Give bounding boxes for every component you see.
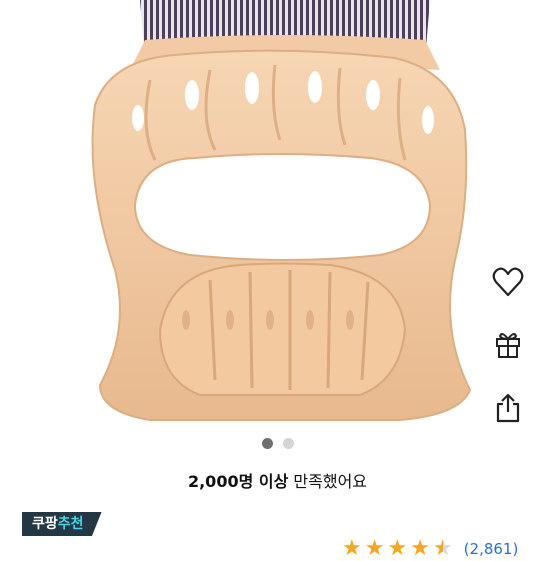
- share-icon: [496, 393, 520, 423]
- review-count[interactable]: (2,861): [464, 540, 519, 558]
- half-star-icon: ★: [432, 536, 453, 561]
- share-button[interactable]: [488, 388, 528, 428]
- satisfaction-text: 2,000명 이상 만족했어요: [0, 468, 555, 492]
- wishlist-button[interactable]: [488, 262, 528, 302]
- star-icon: ★: [387, 536, 408, 561]
- star-icon: ★: [410, 536, 430, 561]
- badge-recommend: 추천: [57, 516, 84, 532]
- star-icon: ★: [364, 536, 385, 561]
- carousel-indicator: [0, 438, 555, 449]
- badge-brand: 쿠팡: [32, 516, 58, 532]
- rating[interactable]: ★ ★ ★ ★ ★ (2,861): [342, 538, 518, 560]
- heart-icon: [492, 267, 524, 297]
- star-icon: ★: [342, 536, 362, 561]
- satisfaction-label: 만족했어요: [293, 472, 368, 491]
- coupang-recommend-badge: 쿠팡추천: [22, 512, 102, 536]
- carousel-dot[interactable]: [261, 438, 273, 449]
- gift-button[interactable]: [488, 324, 528, 364]
- gift-icon: [496, 333, 520, 358]
- satisfaction-count: 2,000명 이상: [187, 472, 289, 491]
- carousel-dot[interactable]: [282, 438, 294, 449]
- product-image[interactable]: [0, 0, 555, 430]
